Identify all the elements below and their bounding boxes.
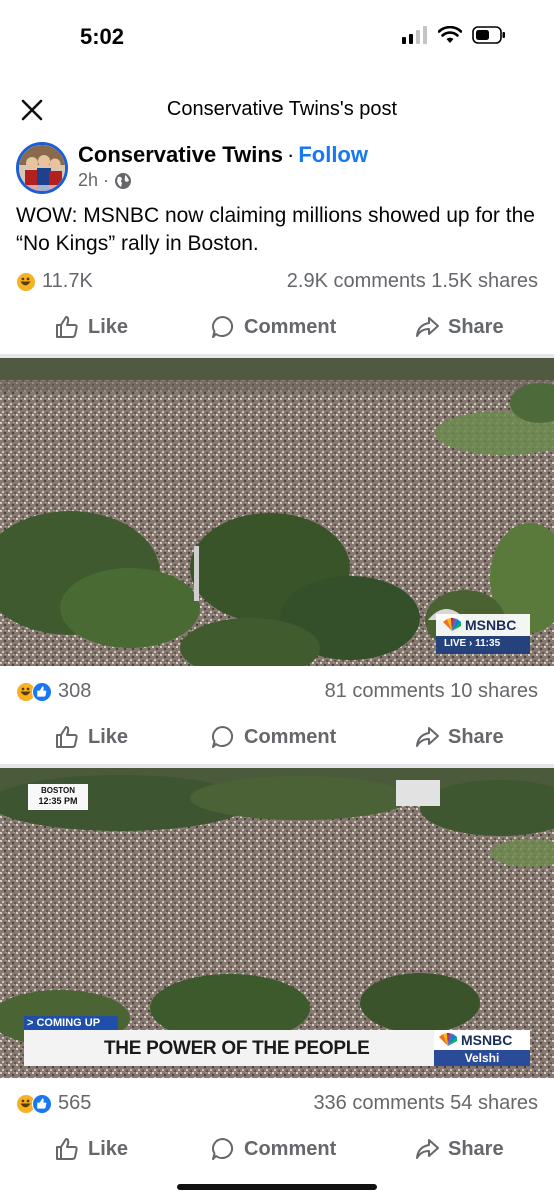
comments-shares[interactable]: 81 comments 10 shares <box>325 680 538 703</box>
like-button[interactable]: Like <box>54 1136 128 1162</box>
status-time: 5:02 <box>80 24 125 49</box>
photo-1-action-row: Like Comment Share <box>0 716 554 762</box>
like-label: Like <box>88 1137 129 1160</box>
globe-icon <box>115 172 132 189</box>
comment-label: Comment <box>244 315 337 338</box>
share-button[interactable]: Share <box>414 1136 504 1162</box>
thumbs-up-icon <box>56 1138 78 1160</box>
peacock-logo-icon <box>439 1033 457 1046</box>
nav-bar: Conservative Twins's post <box>0 88 554 132</box>
msnbc-logo: MSNBC <box>442 617 516 633</box>
thumbs-up-icon <box>56 726 78 748</box>
post-time[interactable]: 2h <box>78 170 98 191</box>
home-indicator[interactable] <box>177 1184 377 1190</box>
share-label: Share <box>448 725 504 748</box>
thumbs-up-icon <box>56 316 78 338</box>
status-bar: 5:02 <box>0 0 554 76</box>
comments-shares[interactable]: 2.9K comments 1.5K shares <box>287 270 538 293</box>
like-reaction-icon <box>32 681 52 702</box>
comment-label: Comment <box>244 1137 337 1160</box>
battery-icon <box>472 26 505 44</box>
comment-button[interactable]: Comment <box>210 724 336 750</box>
author-separator: · <box>287 142 295 167</box>
like-button[interactable]: Like <box>54 314 128 340</box>
status-icons <box>402 26 506 44</box>
share-label: Share <box>448 1137 504 1160</box>
location-label: BOSTON <box>40 786 76 795</box>
reaction-count: 565 <box>58 1092 92 1114</box>
comment-button[interactable]: Comment <box>210 1136 336 1162</box>
photo-1-counts-row: 308 81 comments 10 shares <box>0 678 554 708</box>
comment-icon <box>212 316 234 338</box>
headline: THE POWER OF THE PEOPLE <box>104 1038 370 1059</box>
comments-shares[interactable]: 336 comments 54 shares <box>313 1092 538 1115</box>
page-title: Conservative Twins's post <box>166 98 398 120</box>
peacock-logo-icon <box>443 618 461 631</box>
post-text: WOW: MSNBC now claiming millions showed … <box>16 204 535 255</box>
cellular-signal-icon <box>402 26 427 44</box>
haha-reaction-icon <box>16 271 36 292</box>
reaction-count: 11.7K <box>42 270 93 292</box>
like-button[interactable]: Like <box>54 724 128 750</box>
author-line: Conservative Twins · Follow <box>78 142 368 168</box>
avatar-image <box>19 145 65 191</box>
show-name: Velshi <box>464 1051 500 1065</box>
comment-icon <box>212 1138 234 1160</box>
author-name[interactable]: Conservative Twins <box>78 142 283 167</box>
live-indicator: LIVE › 11:35 <box>444 638 501 649</box>
share-button[interactable]: Share <box>414 724 504 750</box>
share-icon <box>416 317 439 337</box>
wifi-icon <box>438 26 462 43</box>
meta-dot: · <box>103 170 110 190</box>
comment-button[interactable]: Comment <box>210 314 336 340</box>
coming-up-label: > COMING UP <box>27 1017 101 1029</box>
like-label: Like <box>88 315 129 338</box>
post-counts-row: 11.7K 2.9K comments 1.5K shares <box>0 268 554 298</box>
follow-button[interactable]: Follow <box>298 142 368 167</box>
post-action-row: Like Comment Share <box>0 306 554 352</box>
photo-1-reactions-summary[interactable]: 308 <box>16 680 91 703</box>
reaction-count: 308 <box>58 680 92 702</box>
comment-label: Comment <box>244 725 337 748</box>
msnbc-logo: MSNBC <box>438 1032 512 1048</box>
photo-2-counts-row: 565 336 comments 54 shares <box>0 1090 554 1120</box>
like-label: Like <box>88 725 129 748</box>
post-meta: 2h · <box>78 170 132 191</box>
share-button[interactable]: Share <box>414 314 504 340</box>
like-reaction-icon <box>32 1093 52 1114</box>
photo-2-reactions-summary[interactable]: 565 <box>16 1092 91 1115</box>
post-photo-2[interactable]: BOSTON 12:35 PM > COMING UP THE POWER OF… <box>0 768 554 1078</box>
avatar[interactable] <box>16 142 68 194</box>
post-photo-1[interactable]: MSNBC LIVE › 11:35 <box>0 358 554 666</box>
reactions-summary[interactable]: 11.7K <box>16 270 93 293</box>
comment-icon <box>212 726 234 748</box>
share-icon <box>416 727 439 747</box>
photo-2-action-row: Like Comment Share <box>0 1128 554 1174</box>
post-header: Conservative Twins · Follow 2h · <box>0 138 554 198</box>
broadcast-time: 12:35 PM <box>38 796 78 806</box>
share-label: Share <box>448 315 504 338</box>
share-icon <box>416 1139 439 1159</box>
